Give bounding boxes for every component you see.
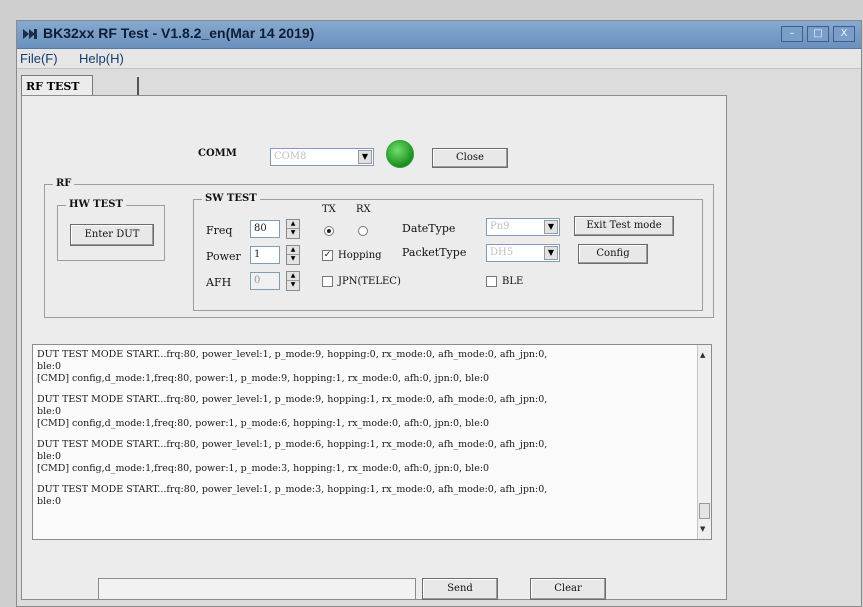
log-spacer: [37, 475, 687, 484]
freq-input[interactable]: 80: [250, 220, 280, 238]
jpn-telec-label: JPN(TELEC): [338, 276, 401, 287]
maximize-button[interactable]: □: [807, 26, 829, 42]
rx-radio[interactable]: [358, 226, 368, 236]
tx-label: TX: [322, 204, 336, 215]
log-line: ble:0: [37, 451, 61, 462]
menu-file[interactable]: File(F): [20, 51, 58, 66]
tab-rf-test[interactable]: RF TEST: [21, 75, 93, 97]
scroll-up-icon[interactable]: ▲: [700, 351, 705, 359]
freq-spinner[interactable]: ▲ ▼: [286, 219, 300, 239]
power-input[interactable]: 1: [250, 246, 280, 264]
connection-status-led: [386, 140, 414, 168]
window-title: BK32xx RF Test - V1.8.2_en(Mar 14 2019): [43, 25, 315, 41]
afh-label: AFH: [206, 276, 232, 289]
log-line: ble:0: [37, 361, 61, 372]
log-line: DUT TEST MODE START...frq:80, power_leve…: [37, 349, 548, 360]
send-button[interactable]: Send: [422, 578, 498, 600]
log-line: DUT TEST MODE START...frq:80, power_leve…: [37, 484, 548, 495]
rf-group: RF HW TEST Enter DUT SW TEST Freq 80 ▲ ▼ …: [44, 178, 714, 318]
menu-bar: File(F) Help(H): [17, 49, 861, 69]
hw-test-group: HW TEST Enter DUT: [57, 199, 165, 261]
log-line: ble:0: [37, 406, 61, 417]
packettype-value: DH5: [490, 247, 514, 258]
exit-test-mode-button[interactable]: Exit Test mode: [574, 216, 674, 236]
datetype-value: Pn9: [490, 221, 510, 232]
sw-test-title: SW TEST: [202, 193, 260, 204]
tab-empty[interactable]: [93, 77, 139, 97]
rf-test-panel: COMM COM8 ▼ Close RF HW TEST Enter DUT S…: [21, 95, 727, 600]
comm-port-select[interactable]: COM8 ▼: [270, 148, 374, 166]
power-label: Power: [206, 250, 241, 263]
log-line: DUT TEST MODE START...frq:80, power_leve…: [37, 394, 548, 405]
chevron-down-icon[interactable]: ▼: [544, 246, 558, 260]
rx-label: RX: [356, 204, 371, 215]
log-line: [CMD] config,d_mode:1,freq:80, power:1, …: [37, 373, 490, 384]
log-scrollbar[interactable]: ▲ ▼: [697, 345, 711, 539]
close-button[interactable]: Close: [432, 148, 508, 168]
datetype-select[interactable]: Pn9 ▼: [486, 218, 560, 236]
clear-button[interactable]: Clear: [530, 578, 606, 600]
minimize-button[interactable]: –: [781, 26, 803, 42]
app-window: BK32xx RF Test - V1.8.2_en(Mar 14 2019) …: [16, 20, 862, 607]
power-spinner[interactable]: ▲ ▼: [286, 245, 300, 265]
log-lines: DUT TEST MODE START...frq:80, power_leve…: [37, 349, 687, 508]
log-output[interactable]: DUT TEST MODE START...frq:80, power_leve…: [32, 344, 712, 540]
packettype-label: PacketType: [402, 246, 467, 259]
log-line: ble:0: [37, 496, 61, 507]
ble-checkbox[interactable]: [486, 276, 497, 287]
scroll-thumb[interactable]: [699, 503, 710, 519]
tx-radio[interactable]: [324, 226, 334, 236]
afh-input[interactable]: 0: [250, 272, 280, 290]
log-spacer: [37, 430, 687, 439]
menu-help[interactable]: Help(H): [79, 51, 124, 66]
log-line: [CMD] config,d_mode:1,freq:80, power:1, …: [37, 418, 490, 429]
jpn-telec-checkbox[interactable]: [322, 276, 333, 287]
enter-dut-button[interactable]: Enter DUT: [70, 224, 154, 246]
log-line: [CMD] config,d_mode:1,freq:80, power:1, …: [37, 463, 490, 474]
log-spacer: [37, 385, 687, 394]
tab-strip: RF TEST: [21, 73, 841, 97]
close-window-button[interactable]: X: [833, 26, 855, 42]
scroll-down-icon[interactable]: ▼: [700, 525, 705, 533]
send-input[interactable]: [98, 578, 416, 600]
afh-spinner[interactable]: ▲ ▼: [286, 271, 300, 291]
chevron-down-icon[interactable]: ▼: [358, 150, 372, 164]
comm-label: COMM: [198, 148, 237, 159]
hopping-checkbox[interactable]: ✓: [322, 250, 333, 261]
datetype-label: DateType: [402, 222, 456, 235]
title-bar[interactable]: BK32xx RF Test - V1.8.2_en(Mar 14 2019) …: [17, 21, 861, 49]
hw-test-title: HW TEST: [66, 199, 126, 210]
hopping-label: Hopping: [338, 250, 382, 261]
chevron-down-icon[interactable]: ▼: [544, 220, 558, 234]
rf-group-title: RF: [53, 178, 75, 189]
log-line: DUT TEST MODE START...frq:80, power_leve…: [37, 439, 548, 450]
comm-port-value: COM8: [274, 151, 307, 162]
app-logo-icon: [23, 29, 37, 39]
packettype-select[interactable]: DH5 ▼: [486, 244, 560, 262]
config-button[interactable]: Config: [578, 244, 648, 264]
sw-test-group: SW TEST Freq 80 ▲ ▼ Power 1 ▲ ▼ AFH 0 ▲ ▼ T…: [193, 193, 703, 311]
ble-label: BLE: [502, 276, 524, 287]
freq-label: Freq: [206, 224, 233, 237]
